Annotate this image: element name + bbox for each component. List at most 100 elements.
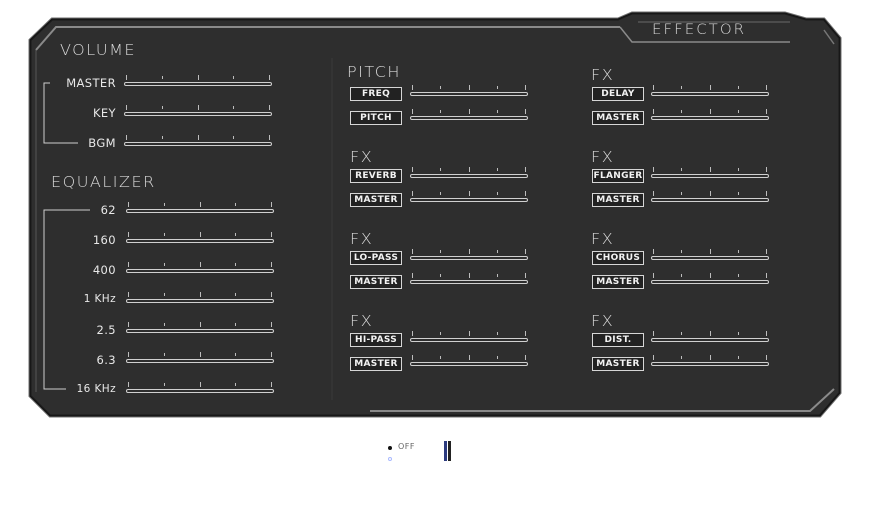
pitch-master-button[interactable]: PITCH xyxy=(350,111,402,125)
flanger-master-button[interactable]: MASTER xyxy=(592,193,644,207)
dist-master-slider[interactable] xyxy=(651,355,769,368)
reverb-master-button[interactable]: MASTER xyxy=(350,193,402,207)
slider-tick xyxy=(653,109,654,114)
delay-master-button[interactable]: MASTER xyxy=(592,111,644,125)
volume-bgm-slider[interactable] xyxy=(124,135,272,148)
lopass-button[interactable]: LO-PASS xyxy=(350,251,402,265)
equalizer-title: EQUALIZER xyxy=(51,173,156,191)
slider-tick xyxy=(235,263,236,266)
flanger-slider[interactable] xyxy=(651,167,769,180)
delay-master-slider[interactable] xyxy=(651,109,769,122)
eq-2-5-slider[interactable] xyxy=(126,322,274,335)
eq-6-3-slider[interactable] xyxy=(126,352,274,365)
dist-group-title: FX xyxy=(591,312,615,330)
slider-tick xyxy=(469,249,470,254)
level-meter xyxy=(444,441,452,461)
slider-tick xyxy=(497,274,498,277)
slider-tick xyxy=(497,332,498,335)
eq-62-slider[interactable] xyxy=(126,202,274,215)
slider-tick xyxy=(738,274,739,277)
slider-tick xyxy=(653,273,654,278)
slider-tick xyxy=(681,250,682,253)
slider-tick xyxy=(525,331,526,336)
slider-tick xyxy=(271,292,272,297)
slider-tick xyxy=(126,135,127,140)
pitch-master-slider[interactable] xyxy=(410,109,528,122)
flanger-button[interactable]: FLANGER xyxy=(592,169,644,183)
eq-160-slider[interactable] xyxy=(126,232,274,245)
slider-tick xyxy=(653,191,654,196)
volume-key-slider[interactable] xyxy=(124,105,272,118)
slider-rail xyxy=(410,116,528,120)
volume-master-slider[interactable] xyxy=(124,75,272,88)
slider-tick xyxy=(525,355,526,360)
eq-16khz-slider[interactable] xyxy=(126,382,274,395)
slider-tick xyxy=(710,249,711,254)
freq-slider[interactable] xyxy=(410,85,528,98)
slider-tick xyxy=(164,203,165,206)
reverb-button[interactable]: REVERB xyxy=(350,169,402,183)
slider-tick xyxy=(497,168,498,171)
slider-tick xyxy=(412,249,413,254)
slider-tick xyxy=(469,355,470,360)
slider-tick xyxy=(164,353,165,356)
slider-tick xyxy=(198,75,199,80)
slider-rail xyxy=(410,256,528,260)
eq-1khz-slider[interactable] xyxy=(126,292,274,305)
slider-rail xyxy=(651,362,769,366)
slider-tick xyxy=(269,105,270,110)
eq-label-2-5: 2.5 xyxy=(96,323,116,337)
slider-tick xyxy=(710,167,711,172)
chorus-master-slider[interactable] xyxy=(651,273,769,286)
hipass-button[interactable]: HI-PASS xyxy=(350,333,402,347)
eq-label-1khz: 1 KHz xyxy=(83,293,116,305)
slider-rail xyxy=(126,299,274,303)
slider-tick xyxy=(525,273,526,278)
hipass-slider[interactable] xyxy=(410,331,528,344)
slider-tick xyxy=(681,110,682,113)
slider-tick xyxy=(200,352,201,357)
slider-tick xyxy=(738,168,739,171)
lopass-slider[interactable] xyxy=(410,249,528,262)
slider-rail xyxy=(651,256,769,260)
reverb-slider[interactable] xyxy=(410,167,528,180)
delay-button[interactable]: DELAY xyxy=(592,87,644,101)
slider-rail xyxy=(651,198,769,202)
dist-button[interactable]: DIST. xyxy=(592,333,644,347)
slider-tick xyxy=(653,355,654,360)
chorus-master-button[interactable]: MASTER xyxy=(592,275,644,289)
dist-master-button[interactable]: MASTER xyxy=(592,357,644,371)
slider-tick xyxy=(766,273,767,278)
delay-slider[interactable] xyxy=(651,85,769,98)
chorus-button[interactable]: CHORUS xyxy=(592,251,644,265)
slider-tick xyxy=(710,109,711,114)
reverb-master-slider[interactable] xyxy=(410,191,528,204)
freq-button[interactable]: FREQ xyxy=(350,87,402,101)
slider-tick xyxy=(200,292,201,297)
lopass-master-button[interactable]: MASTER xyxy=(350,275,402,289)
slider-tick xyxy=(162,106,163,109)
slider-tick xyxy=(497,250,498,253)
slider-tick xyxy=(469,109,470,114)
slider-tick xyxy=(440,168,441,171)
slider-tick xyxy=(497,192,498,195)
hipass-master-button[interactable]: MASTER xyxy=(350,357,402,371)
slider-tick xyxy=(164,263,165,266)
chorus-slider[interactable] xyxy=(651,249,769,262)
slider-tick xyxy=(738,192,739,195)
slider-tick xyxy=(681,192,682,195)
hipass-master-slider[interactable] xyxy=(410,355,528,368)
slider-tick xyxy=(766,191,767,196)
slider-rail xyxy=(410,198,528,202)
dist-slider[interactable] xyxy=(651,331,769,344)
reverb-group-title: FX xyxy=(350,148,374,166)
slider-tick xyxy=(525,167,526,172)
delay-group-title: FX xyxy=(591,66,615,84)
level-meter-bar xyxy=(444,441,447,461)
flanger-master-slider[interactable] xyxy=(651,191,769,204)
eq-400-slider[interactable] xyxy=(126,262,274,275)
slider-tick xyxy=(738,110,739,113)
effector-panel: EFFECTOR VOLUME EQUALIZER MASTER KEY BGM… xyxy=(0,0,876,430)
eq-label-6-3: 6.3 xyxy=(96,353,116,367)
lopass-master-slider[interactable] xyxy=(410,273,528,286)
